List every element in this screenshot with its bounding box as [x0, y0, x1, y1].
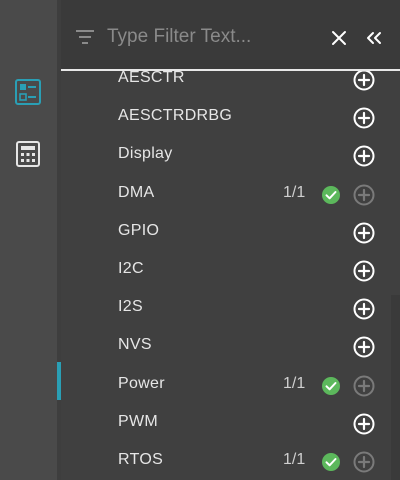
- module-row[interactable]: Display: [61, 137, 391, 175]
- activity-bar: [0, 0, 57, 480]
- double-chevron-left-icon: [367, 32, 381, 44]
- module-label: AESCTR: [118, 71, 185, 86]
- add-module-icon[interactable]: [353, 336, 375, 358]
- module-row[interactable]: GPIO: [61, 214, 391, 252]
- module-label: I2S: [118, 298, 143, 316]
- module-list-button[interactable]: [12, 76, 44, 108]
- module-row[interactable]: RTOS 1/1: [61, 443, 391, 480]
- module-row[interactable]: I2S: [61, 290, 391, 328]
- add-module-icon[interactable]: [353, 298, 375, 320]
- module-list-viewport: AESCTR AESCTRDRBG Display DMA 1/1 GPIO I2C I2S N…: [61, 71, 391, 480]
- add-module-icon[interactable]: [353, 375, 375, 397]
- add-module-icon[interactable]: [353, 413, 375, 435]
- module-label: AESCTRDRBG: [118, 107, 233, 125]
- add-module-icon[interactable]: [353, 71, 375, 91]
- scrollbar[interactable]: [391, 295, 400, 480]
- add-module-icon[interactable]: [353, 184, 375, 206]
- module-row[interactable]: AESCTRDRBG: [61, 99, 391, 137]
- app-root: AESCTR AESCTRDRBG Display DMA 1/1 GPIO I2C I2S N…: [0, 0, 400, 480]
- add-module-icon[interactable]: [353, 222, 375, 244]
- module-label: NVS: [118, 336, 152, 354]
- module-label: PWM: [118, 412, 159, 430]
- module-row[interactable]: NVS: [61, 328, 391, 366]
- module-instance-count: 1/1: [283, 183, 306, 201]
- module-list-icon: [15, 79, 41, 105]
- module-list: AESCTR AESCTRDRBG Display DMA 1/1 GPIO I2C I2S N…: [61, 58, 391, 480]
- module-row[interactable]: Power 1/1: [61, 367, 391, 405]
- filter-input[interactable]: [107, 20, 317, 54]
- module-row[interactable]: AESCTR: [61, 71, 391, 99]
- module-panel: AESCTR AESCTRDRBG Display DMA 1/1 GPIO I2C I2S N…: [61, 0, 400, 480]
- add-module-icon[interactable]: [353, 260, 375, 282]
- close-icon: [332, 31, 346, 45]
- module-label: GPIO: [118, 221, 160, 239]
- module-label: I2C: [118, 260, 144, 277]
- module-instance-count: 1/1: [283, 451, 306, 468]
- module-label: DMA: [118, 183, 155, 201]
- filter-icon: [76, 30, 94, 44]
- module-label: Power: [118, 374, 165, 392]
- calculator-button[interactable]: [12, 138, 44, 170]
- module-instance-count: 1/1: [283, 374, 306, 392]
- filter-bar: [61, 0, 400, 71]
- add-module-icon[interactable]: [353, 145, 375, 167]
- check-circle-icon: [322, 453, 340, 471]
- module-row[interactable]: I2C: [61, 252, 391, 290]
- module-label: RTOS: [118, 451, 164, 468]
- clear-filter-button[interactable]: [327, 26, 351, 50]
- check-circle-icon: [322, 376, 340, 395]
- module-row[interactable]: PWM: [61, 405, 391, 443]
- filter-divider: [61, 69, 400, 71]
- add-module-icon[interactable]: [353, 451, 375, 473]
- calculator-icon: [16, 141, 40, 167]
- module-row[interactable]: DMA 1/1: [61, 176, 391, 214]
- add-module-icon[interactable]: [353, 107, 375, 129]
- collapse-panel-button[interactable]: [361, 26, 387, 50]
- module-label: Display: [118, 145, 173, 163]
- check-circle-icon: [322, 185, 340, 204]
